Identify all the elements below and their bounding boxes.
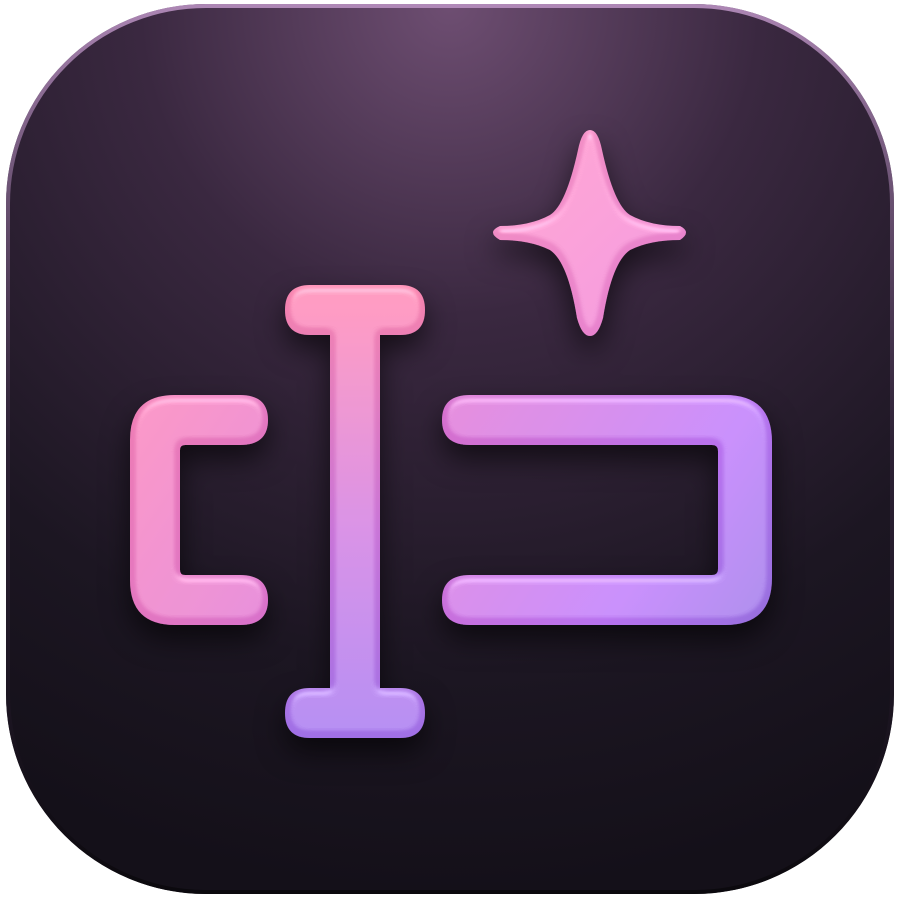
app-icon <box>0 0 900 900</box>
app-icon-artwork <box>6 4 894 894</box>
